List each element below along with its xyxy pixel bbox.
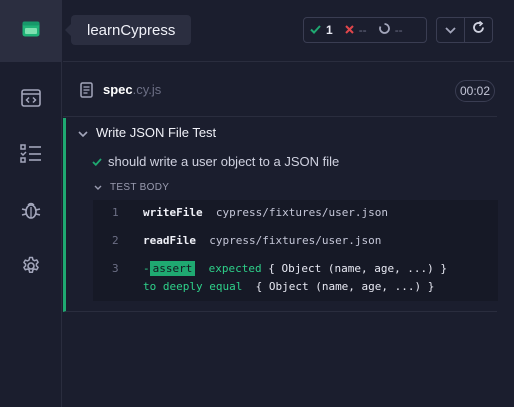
- file-icon: [80, 82, 93, 103]
- command-message: cypress/fixtures/user.json: [209, 234, 382, 247]
- project-icon: [22, 21, 40, 42]
- sidebar: [0, 0, 62, 407]
- spec-name: spec: [103, 82, 133, 97]
- assert-matcher: to deeply equal: [143, 280, 243, 293]
- refresh-icon: [472, 20, 485, 39]
- specs-icon[interactable]: [19, 86, 43, 110]
- spec-bar: spec.cy.js 00:02: [63, 63, 497, 117]
- check-icon: [310, 23, 321, 37]
- suite-header[interactable]: Write JSON File Test: [78, 125, 216, 140]
- command-name: writeFile: [143, 206, 203, 219]
- runs-icon[interactable]: [19, 142, 43, 166]
- pending-icon: [378, 23, 390, 37]
- reporter-header: 1 -- --: [63, 0, 514, 62]
- test-title: should write a user object to a JSON fil…: [108, 154, 340, 169]
- test-case[interactable]: should write a user object to a JSON fil…: [92, 154, 339, 169]
- assert-expected-value: { Object (name, age, ...) }: [255, 280, 435, 293]
- passed-stat: 1: [304, 18, 339, 42]
- command-name: readFile: [143, 234, 196, 247]
- command-log: 1 writeFile cypress/fixtures/user.json 2…: [93, 200, 498, 301]
- pending-stat: --: [373, 18, 409, 42]
- check-icon: [92, 154, 102, 169]
- command-number: 1: [112, 206, 119, 219]
- test-body-toggle[interactable]: TEST BODY: [94, 182, 169, 193]
- chevron-down-icon: [94, 182, 102, 193]
- duration-value: 00:02: [459, 84, 491, 98]
- spec-file-name[interactable]: spec.cy.js: [103, 82, 161, 97]
- test-block: Write JSON File Test should write a user…: [63, 118, 498, 312]
- x-icon: [344, 23, 354, 37]
- command-message: cypress/fixtures/user.json: [215, 206, 389, 219]
- test-body-label: TEST BODY: [110, 182, 170, 193]
- assert-expected: expected: [208, 262, 262, 275]
- chevron-down-icon: [445, 21, 456, 39]
- duration-badge: 00:02: [455, 80, 495, 102]
- rerun-button[interactable]: [464, 18, 492, 42]
- command-number: 3: [112, 262, 119, 275]
- assert-actual: { Object (name, age, ...) }: [268, 262, 448, 275]
- project-button[interactable]: [0, 0, 62, 62]
- assert-prefix: -: [143, 262, 150, 275]
- command-number: 2: [112, 234, 119, 247]
- assert-badge: assert: [149, 261, 196, 276]
- debug-icon[interactable]: [19, 198, 43, 222]
- chevron-down-icon: [78, 125, 88, 140]
- failed-count: --: [358, 23, 367, 37]
- pending-count: --: [394, 23, 403, 37]
- settings-icon[interactable]: [19, 254, 43, 278]
- collapse-button[interactable]: [437, 18, 464, 42]
- failed-stat: --: [339, 18, 373, 42]
- spec-extension: .cy.js: [132, 82, 162, 97]
- stats-bar: 1 -- --: [303, 17, 427, 43]
- suite-title: Write JSON File Test: [96, 125, 217, 140]
- passed-count: 1: [326, 23, 333, 37]
- controls: [436, 17, 493, 43]
